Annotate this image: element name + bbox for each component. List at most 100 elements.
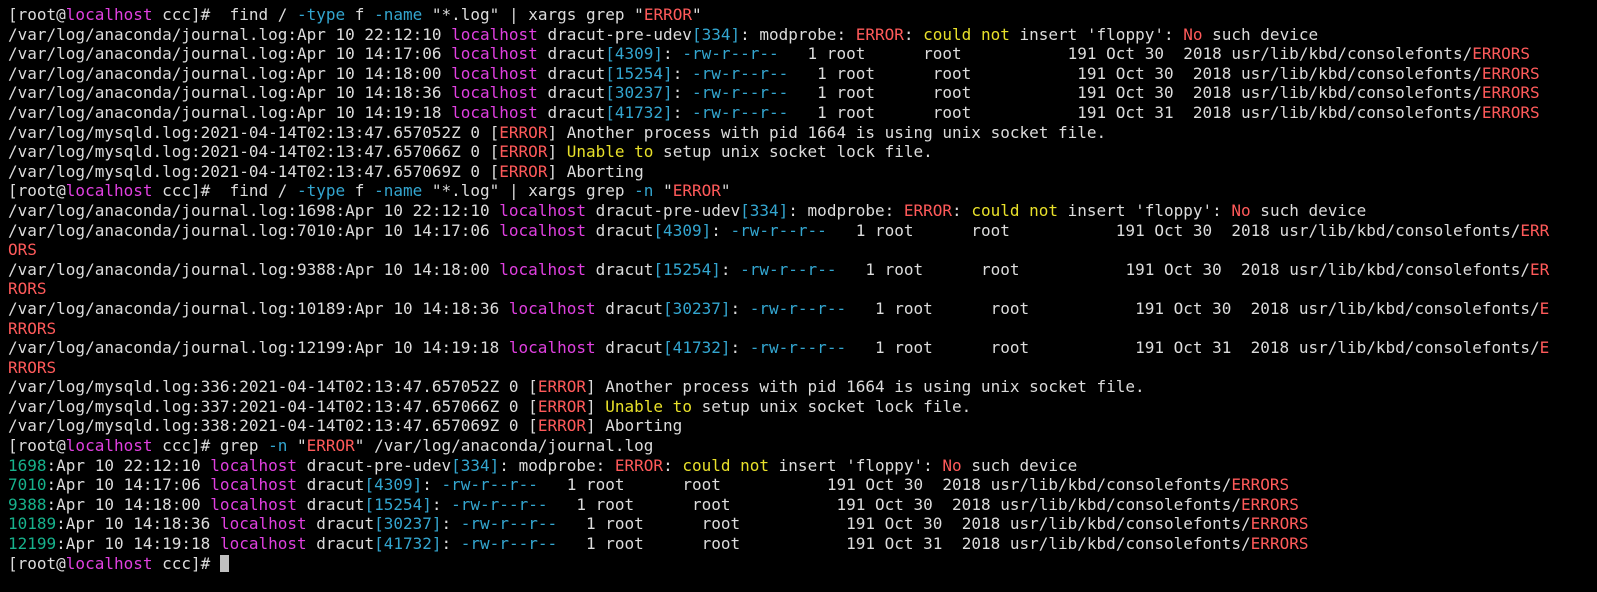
highlight-cyan-text: [15254]: [364, 494, 432, 514]
terminal-output[interactable]: [root@localhost ccc]# find / -type f -na…: [0, 0, 1597, 592]
terminal-line: [root@localhost ccc]# find / -type f -na…: [8, 181, 1597, 201]
terminal-text: dracut: [595, 298, 664, 318]
terminal-text: dracut: [306, 534, 375, 554]
terminal-text: insert 'floppy':: [1009, 24, 1184, 44]
terminal-text: ": [287, 436, 307, 456]
terminal-text: : modprobe:: [740, 24, 856, 44]
highlight-cyan-text: -rw-r--r--: [691, 83, 789, 103]
terminal-text: 1 root root 191 Oct 31 2018 usr/lib/kbd/…: [846, 338, 1540, 358]
terminal-line: /var/log/mysqld.log:337:2021-04-14T02:13…: [8, 397, 1597, 417]
hostname-text: localhost: [508, 298, 596, 318]
highlight-cyan-text: -rw-r--r--: [740, 259, 837, 279]
terminal-line: 1698:Apr 10 22:12:10 localhost dracut-pr…: [8, 456, 1597, 476]
hostname-text: localhost: [499, 220, 586, 240]
hostname-text: localhost: [65, 553, 153, 573]
terminal-text: dracut: [306, 514, 375, 534]
hostname-text: localhost: [451, 102, 538, 122]
terminal-text: /var/log/anaconda/journal.log:9388:Apr 1…: [8, 259, 500, 279]
highlight-cyan-text: -rw-r--r--: [691, 102, 789, 122]
terminal-line: /var/log/anaconda/journal.log:7010:Apr 1…: [8, 221, 1597, 241]
terminal-text: dracut-pre-udev: [585, 200, 741, 220]
terminal-line: RRORS: [8, 319, 1597, 339]
terminal-text: ccc]# find /: [152, 5, 297, 24]
error-highlight: ERROR: [672, 181, 721, 201]
highlight-cyan-text: -rw-r--r--: [691, 63, 789, 83]
terminal-text: "*.log" | xargs grep: [422, 181, 635, 201]
terminal-text: dracut: [297, 475, 365, 495]
terminal-text: 1 root root 191 Oct 31 2018 usr/lib/kbd/…: [788, 102, 1482, 122]
error-highlight: ERRORS: [1250, 534, 1309, 554]
highlight-cyan-text: -n: [634, 181, 654, 201]
highlight-cyan-text: [334]: [740, 200, 789, 220]
terminal-text: such device: [1202, 24, 1319, 44]
terminal-line: 9388:Apr 10 14:18:00 localhost dracut[15…: [8, 495, 1597, 515]
line-number: 9388: [8, 494, 47, 514]
terminal-text: :: [720, 259, 741, 279]
error-highlight: ERROR: [499, 122, 548, 142]
terminal-text: :: [730, 338, 750, 358]
terminal-text: 1 root root 191 Oct 30 2018 usr/lib/kbd/…: [846, 298, 1540, 318]
error-highlight: ERRORS: [1241, 494, 1299, 514]
terminal-cursor[interactable]: [219, 554, 229, 572]
error-highlight: ERRORS: [1472, 44, 1530, 64]
hostname-text: localhost: [499, 200, 586, 220]
terminal-text: setup unix socket lock file.: [691, 396, 972, 416]
error-highlight: ERROR: [855, 24, 904, 44]
line-number: 7010: [8, 475, 47, 495]
terminal-line: /var/log/anaconda/journal.log:Apr 10 14:…: [8, 103, 1597, 123]
terminal-text: 1 root root 191 Oct 31 2018 usr/lib/kbd/…: [557, 534, 1251, 554]
error-highlight: ERR: [1520, 220, 1550, 240]
highlight-cyan-text: [30237]: [605, 83, 673, 103]
terminal-text: ccc]#: [152, 553, 220, 573]
error-highlight: No: [942, 455, 962, 475]
terminal-line: [root@localhost ccc]# find / -type f -na…: [8, 5, 1597, 25]
highlight-cyan-text: -rw-r--r--: [749, 298, 847, 318]
highlight-cyan-text: -name: [374, 181, 423, 201]
line-number: 1698: [8, 455, 47, 475]
highlight-cyan-text: [15254]: [653, 259, 721, 279]
terminal-line: 7010:Apr 10 14:17:06 localhost dracut[43…: [8, 475, 1597, 495]
error-highlight: ERROR: [903, 200, 953, 220]
terminal-text: /var/log/mysqld.log:2021-04-14T02:13:47.…: [8, 142, 500, 162]
error-highlight: E: [1539, 338, 1550, 358]
terminal-line: /var/log/mysqld.log:2021-04-14T02:13:47.…: [8, 142, 1597, 162]
error-highlight: ERROR: [499, 142, 548, 162]
terminal-text: dracut: [537, 44, 606, 64]
terminal-line: 12199:Apr 10 14:19:18 localhost dracut[4…: [8, 534, 1597, 554]
terminal-text: [root@: [8, 436, 66, 456]
terminal-text: :Apr 10 14:18:36: [56, 514, 220, 534]
line-number: 10189: [8, 514, 57, 534]
highlight-cyan-text: -rw-r--r--: [749, 338, 847, 358]
terminal-text: : modprobe:: [788, 200, 904, 220]
terminal-text: ccc]# find /: [152, 181, 297, 201]
error-highlight: RORS: [8, 279, 47, 299]
highlight-cyan-text: -rw-r--r--: [441, 475, 538, 495]
hostname-text: localhost: [219, 534, 307, 554]
hostname-text: localhost: [219, 514, 307, 534]
terminal-text: insert 'floppy':: [1058, 200, 1232, 220]
terminal-text: :: [672, 102, 692, 122]
terminal-text: 1 root root 191 Oct 30 2018 usr/lib/kbd/…: [788, 83, 1482, 103]
terminal-text: :Apr 10 14:19:18: [56, 534, 220, 554]
terminal-text: : modprobe:: [499, 455, 615, 475]
terminal-text: /var/log/mysqld.log:337:2021-04-14T02:13…: [8, 396, 538, 416]
highlight-cyan-text: [4309]: [653, 220, 712, 240]
terminal-text: dracut: [595, 338, 664, 358]
terminal-text: ": [720, 181, 731, 201]
error-highlight: ORS: [8, 240, 37, 260]
highlight-cyan-text: [334]: [691, 24, 741, 44]
error-highlight: RRORS: [8, 318, 57, 338]
terminal-text: [root@: [8, 181, 66, 201]
terminal-line: /var/log/anaconda/journal.log:Apr 10 14:…: [8, 44, 1597, 64]
hostname-text: localhost: [210, 475, 297, 495]
terminal-text: ] Another process with pid 1664 is using…: [547, 122, 1107, 142]
terminal-text: such device: [961, 455, 1078, 475]
line-number: 12199: [8, 534, 57, 554]
terminal-text: dracut: [537, 63, 606, 83]
terminal-line: RRORS: [8, 358, 1597, 378]
highlight-cyan-text: [4309]: [364, 475, 423, 495]
terminal-text: insert 'floppy':: [769, 455, 943, 475]
terminal-text: :Apr 10 14:17:06: [46, 475, 211, 495]
terminal-text: 1 root root 191 Oct 30 2018 usr/lib/kbd/…: [537, 475, 1232, 495]
error-highlight: ERROR: [614, 455, 664, 475]
